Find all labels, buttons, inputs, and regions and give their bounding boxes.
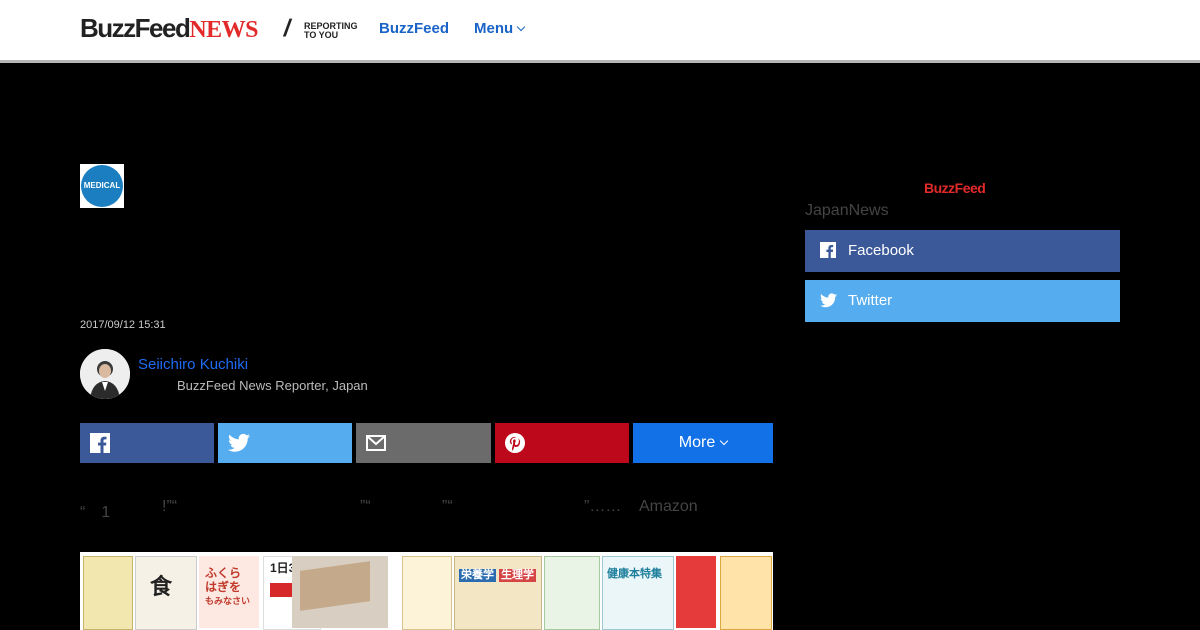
- share-facebook-button[interactable]: [80, 423, 214, 463]
- book-title: ふくら はぎを もみなさい: [205, 566, 250, 608]
- book-title: 生理学: [499, 569, 536, 582]
- site-header: BuzzFeedNEWS / REPORTING TO YOU BuzzFeed…: [0, 0, 1200, 63]
- book-cover: [544, 556, 600, 630]
- logo-slash: /: [281, 15, 294, 42]
- author-avatar[interactable]: [80, 349, 130, 399]
- author-name-link[interactable]: Seiichiro Kuchiki: [138, 356, 248, 373]
- excerpt-amazon: Amazon: [639, 498, 698, 515]
- buzzfeed-news-logo[interactable]: BuzzFeedNEWS: [80, 13, 259, 44]
- logo-news-text: NEWS: [189, 17, 259, 43]
- book-cover: 栄養学 生理学: [454, 556, 542, 630]
- logo-tagline: REPORTING TO YOU: [304, 22, 364, 40]
- article-date: 2017/09/12 15:31: [80, 319, 166, 331]
- book-title: 食: [150, 574, 173, 599]
- book-cover: ふくら はぎを もみなさい: [199, 556, 259, 628]
- share-email-button[interactable]: [356, 423, 491, 463]
- book-cover: [676, 556, 716, 628]
- sidebar-twitter-button[interactable]: Twitter: [805, 280, 1120, 322]
- facebook-icon: [820, 242, 836, 258]
- sidebar-subtitle: JapanNews: [805, 202, 889, 219]
- logo-buzz-text: BuzzFeed: [80, 13, 191, 43]
- share-twitter-button[interactable]: [218, 423, 352, 463]
- share-pinterest-button[interactable]: [495, 423, 629, 463]
- book-title-line: はぎを: [205, 580, 242, 594]
- facebook-icon: [90, 433, 110, 453]
- twitter-bird-icon: [820, 293, 837, 308]
- book-cover: [720, 556, 772, 630]
- sidebar-twitter-label: Twitter: [848, 292, 893, 309]
- book-title-line: ふくら: [205, 566, 242, 580]
- person-icon: [80, 349, 130, 399]
- health-books-banner-image[interactable]: 食 ふくら はぎを もみなさい 1日3分 栄養学 生理学 健康本特集: [80, 552, 773, 630]
- book-title: 栄養学: [459, 569, 496, 582]
- share-more-button[interactable]: More: [633, 423, 773, 463]
- tagline-line2: TO YOU: [304, 30, 339, 40]
- excerpt-fragment-5: ”……: [584, 498, 622, 515]
- chevron-down-icon: [516, 22, 526, 32]
- pinterest-icon: [505, 433, 525, 453]
- book-cover: [83, 556, 133, 630]
- book-title: 健康本特集: [607, 568, 662, 580]
- author-role: BuzzFeed News Reporter, Japan: [177, 378, 368, 393]
- more-label: More: [678, 434, 716, 451]
- category-badge[interactable]: MEDICAL: [80, 164, 124, 208]
- twitter-bird-icon: [228, 433, 250, 452]
- sidebar-facebook-label: Facebook: [848, 242, 914, 259]
- envelope-icon: [366, 435, 386, 451]
- excerpt-fragment-1: “ 1: [80, 504, 111, 521]
- book-photo-detail: [300, 561, 370, 611]
- book-photo: [292, 556, 388, 628]
- sidebar-buzzfeed-logo[interactable]: BuzzFeed: [924, 180, 986, 196]
- excerpt-fragment-4: ”“: [442, 498, 453, 515]
- category-badge-label: MEDICAL: [81, 165, 123, 207]
- excerpt-fragment-3: ”“: [360, 498, 371, 515]
- nav-menu-label: Menu: [474, 20, 514, 37]
- book-cover: 食: [135, 556, 197, 630]
- book-cover: [402, 556, 452, 630]
- sidebar-facebook-button[interactable]: Facebook: [805, 230, 1120, 272]
- chevron-down-icon: [719, 436, 729, 446]
- nav-menu-button[interactable]: Menu: [474, 20, 526, 37]
- excerpt-fragment-2: !”“: [162, 498, 178, 515]
- book-cover: 健康本特集: [602, 556, 674, 630]
- book-title-line: もみなさい: [205, 596, 251, 606]
- nav-buzzfeed-link[interactable]: BuzzFeed: [379, 20, 449, 37]
